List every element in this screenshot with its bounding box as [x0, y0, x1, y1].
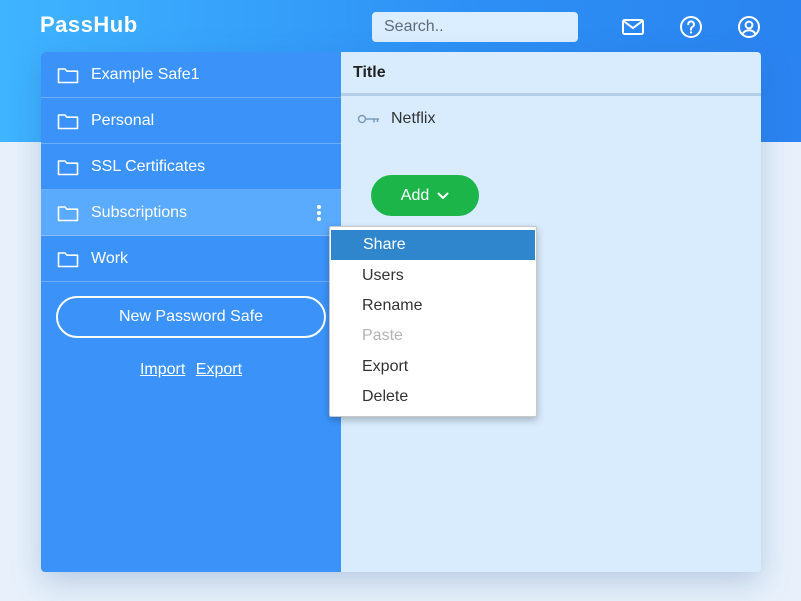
safe-item-ssl-certificates[interactable]: SSL Certificates: [41, 144, 341, 190]
search-input[interactable]: [372, 12, 578, 42]
list-item-netflix[interactable]: Netflix: [341, 96, 761, 142]
folder-icon: [57, 113, 79, 129]
import-export-links: Import Export: [41, 361, 341, 379]
folder-icon: [57, 159, 79, 175]
safe-item-work[interactable]: Work: [41, 236, 341, 282]
menu-item-users[interactable]: Users: [330, 260, 536, 290]
mail-icon[interactable]: [621, 15, 645, 39]
safe-label: Subscriptions: [91, 203, 188, 221]
safe-item-subscriptions[interactable]: Subscriptions: [41, 190, 341, 236]
item-title: Netflix: [391, 110, 436, 127]
export-link[interactable]: Export: [196, 361, 242, 378]
folder-icon: [57, 251, 79, 267]
safe-label: Example Safe1: [91, 65, 200, 83]
title-column-header[interactable]: Title: [341, 52, 761, 96]
add-button[interactable]: Add: [371, 175, 479, 216]
more-options-icon[interactable]: [313, 203, 325, 223]
safe-label: SSL Certificates: [91, 157, 206, 175]
menu-item-delete[interactable]: Delete: [330, 382, 536, 412]
add-label: Add: [400, 186, 430, 204]
help-icon[interactable]: [679, 15, 703, 39]
menu-item-rename[interactable]: Rename: [330, 291, 536, 321]
folder-icon: [57, 67, 79, 83]
safe-label: Work: [91, 249, 129, 267]
menu-item-export[interactable]: Export: [330, 352, 536, 382]
chevron-down-icon: [437, 192, 449, 199]
menu-item-paste: Paste: [362, 327, 403, 345]
account-icon[interactable]: [737, 15, 761, 39]
safes-sidebar: Example Safe1 Personal SSL Certificates …: [41, 52, 341, 572]
menu-item-share[interactable]: Share: [331, 230, 535, 261]
safe-context-menu: Share Users Rename Paste Export Delete: [329, 226, 537, 417]
folder-icon: [57, 205, 79, 221]
safe-item-personal[interactable]: Personal: [41, 98, 341, 144]
new-password-safe-button[interactable]: New Password Safe: [56, 296, 326, 338]
safe-label: Personal: [91, 111, 155, 129]
passhub-logo[interactable]: PassHub: [40, 12, 138, 38]
key-icon: [357, 114, 379, 124]
import-link[interactable]: Import: [140, 361, 185, 378]
safe-item-example-safe1[interactable]: Example Safe1: [41, 52, 341, 98]
